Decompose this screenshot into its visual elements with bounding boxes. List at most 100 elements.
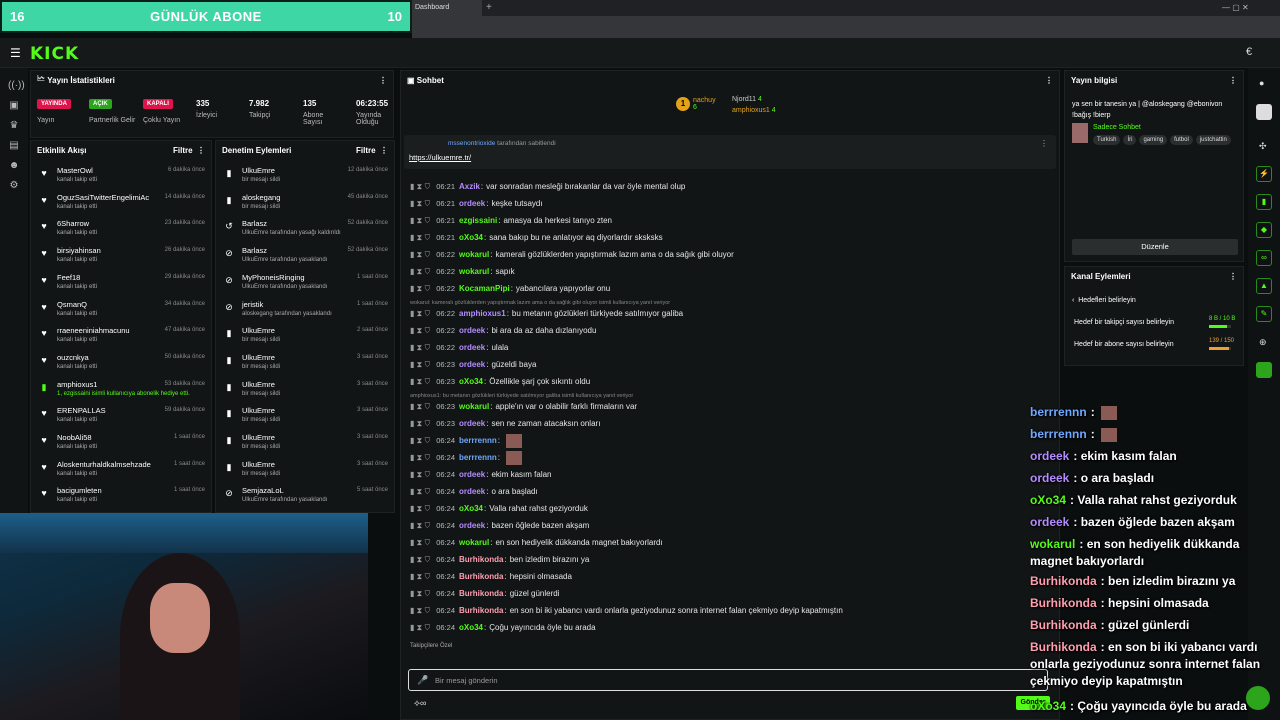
chat-message[interactable]: ▮ ⧗ ⛉ 06:24 oXo34: Çoğu yayıncıda öyle bu a… <box>410 619 596 636</box>
chat-message[interactable]: ▮ ⧗ ⛉ 06:21 oXo34: sana bakıp bu ne anlatıy… <box>410 229 663 246</box>
menu-icon[interactable]: ☰ <box>10 46 21 60</box>
message-username[interactable]: ordeek <box>459 419 485 428</box>
wrench-icon[interactable]: ✎ <box>1256 306 1272 322</box>
chat-message[interactable]: ▮ ⧗ ⛉ 06:24 ordeek: ekim kasım falan <box>410 466 552 483</box>
activity-item[interactable]: ♥ OguzSasiTwitterEngelimiAc kanalı takip e… <box>31 190 213 216</box>
stream-tag[interactable]: Turkish <box>1093 135 1121 145</box>
mic-icon[interactable]: 🎤 <box>417 675 428 686</box>
moderation-item[interactable]: ▮ UlkuEmre bir mesajı sildi 12 dakika önce <box>216 163 396 189</box>
chat-message[interactable]: ▮ ⧗ ⛉ 06:23 wokarul: apple'ın var o olabili… <box>410 398 637 415</box>
broadcast-icon[interactable]: ((·)) <box>8 80 25 92</box>
message-username[interactable]: oXo34 <box>459 504 483 513</box>
emoji-icon[interactable]: ⟡∞ <box>414 698 426 709</box>
more-icon[interactable]: ⋮ <box>1229 76 1237 85</box>
edit-icon[interactable] <box>1256 104 1272 120</box>
delete-msg-icon[interactable]: ▮ ⧗ ⛉ <box>410 199 430 209</box>
goal-subs-label[interactable]: Hedef bir abone sayısı belirleyin <box>1074 341 1174 348</box>
chat-message[interactable]: ▮ ⧗ ⛉ 06:24 Burhikonda: en son bi iki yaban… <box>410 602 843 619</box>
activity-item[interactable]: ♥ MasterOwl kanalı takip etti 6 dakika önce <box>31 163 213 189</box>
message-username[interactable]: Burhikonda <box>459 589 503 598</box>
moderation-item[interactable]: ▮ aloskegang bir mesajı sildi 45 dakika önc… <box>216 190 396 216</box>
message-username[interactable]: ordeek <box>459 521 485 530</box>
moderation-item[interactable]: ▮ UlkuEmre bir mesajı sildi 3 saat önce <box>216 457 396 483</box>
browser-tab[interactable]: Dashboard <box>412 0 482 16</box>
more-icon[interactable]: ⋮ <box>379 76 387 85</box>
bolt-icon[interactable]: ⚡ <box>1256 166 1272 182</box>
delete-msg-icon[interactable]: ▮ ⧗ ⛉ <box>410 470 430 480</box>
url-bar[interactable] <box>412 16 1280 38</box>
chat-message[interactable]: ▮ ⧗ ⛉ 06:24 ordeek: bazen öğlede bazen akşa… <box>410 517 589 534</box>
delete-msg-icon[interactable]: ▮ ⧗ ⛉ <box>410 309 430 319</box>
kick-logo[interactable]: KICK <box>30 44 79 64</box>
activity-item[interactable]: ♥ rraeneeniniahmacunu kanalı takip etti 47 … <box>31 323 213 349</box>
dashboard-icon[interactable]: ▣ <box>8 100 20 112</box>
chat-message[interactable]: ▮ ⧗ ⛉ 06:23 oXo34: Özellikle şarj çok sıkın… <box>410 373 590 390</box>
message-username[interactable]: wokarul <box>459 402 489 411</box>
message-username[interactable]: ezgissaini <box>459 216 497 225</box>
chat-message[interactable]: ▮ ⧗ ⛉ 06:24 ordeek: o ara başladı <box>410 483 538 500</box>
message-username[interactable]: amphioxus1 <box>459 309 506 318</box>
message-username[interactable]: wokarul <box>459 267 489 276</box>
chat-message[interactable]: ▮ ⧗ ⛉ 06:24 Burhikonda: hepsini olmasada <box>410 568 572 585</box>
chat-message[interactable]: ▮ ⧗ ⛉ 06:24 berrrennn: <box>410 432 523 449</box>
shield-icon[interactable]: ▲ <box>1256 278 1272 294</box>
message-username[interactable]: wokarul <box>459 250 489 259</box>
message-username[interactable]: KocamanPipi <box>459 284 510 293</box>
chat-bubble-icon[interactable]: ◆ <box>1256 222 1272 238</box>
delete-msg-icon[interactable]: ▮ ⧗ ⛉ <box>410 267 430 277</box>
moderation-item[interactable]: ▮ UlkuEmre bir mesajı sildi 3 saat önce <box>216 377 396 403</box>
category-name[interactable]: Sadece Sohbet <box>1093 124 1141 131</box>
stream-tag[interactable]: İri <box>1123 135 1137 145</box>
delete-msg-icon[interactable]: ▮ ⧗ ⛉ <box>410 623 430 633</box>
activity-filter[interactable]: Filtre <box>173 146 193 155</box>
delete-msg-icon[interactable]: ▮ ⧗ ⛉ <box>410 326 430 336</box>
delete-msg-icon[interactable]: ▮ ⧗ ⛉ <box>410 555 430 565</box>
chat-message[interactable]: ▮ ⧗ ⛉ 06:24 wokarul: en son hediyelik dükka… <box>410 534 663 551</box>
stream-tag[interactable]: gaming <box>1139 135 1168 145</box>
message-username[interactable]: Burhikonda <box>459 606 503 615</box>
moderation-item[interactable]: ⊘ jeristik aloskegang tarafından yasakland… <box>216 297 396 323</box>
chat-input[interactable]: 🎤 Bir mesaj gönderin <box>408 669 1048 691</box>
message-username[interactable]: ordeek <box>459 343 485 352</box>
activity-item[interactable]: ♥ bacigumleten kanalı takip etti 1 saat önc… <box>31 483 213 509</box>
delete-msg-icon[interactable]: ▮ ⧗ ⛉ <box>410 216 430 226</box>
message-username[interactable]: Burhikonda <box>459 572 503 581</box>
moderation-item[interactable]: ▮ UlkuEmre bir mesajı sildi 3 saat önce <box>216 403 396 429</box>
delete-msg-icon[interactable]: ▮ ⧗ ⛉ <box>410 504 430 514</box>
delete-msg-icon[interactable]: ▮ ⧗ ⛉ <box>410 250 430 260</box>
activity-item[interactable]: ♥ Feef18 kanalı takip etti 29 dakika önce <box>31 270 213 296</box>
trash-icon[interactable]: ▮ <box>1256 194 1272 210</box>
stream-tag[interactable]: justchattin <box>1195 135 1231 145</box>
message-username[interactable]: ordeek <box>459 470 485 479</box>
activity-item[interactable]: ♥ birsiyahinsan kanalı takip etti 26 dakika… <box>31 243 213 269</box>
chat-message[interactable]: ▮ ⧗ ⛉ 06:24 berrrennn: <box>410 449 523 466</box>
pin-icon[interactable]: ⋮ <box>1040 139 1048 148</box>
chat-message[interactable]: ▮ ⧗ ⛉ 06:22 ordeek: bi ara da az daha dızla… <box>410 322 596 339</box>
activity-item[interactable]: ▮ amphioxus1 1, ezgissaini isimli kullanıc… <box>31 377 213 403</box>
share-icon[interactable]: ⊕ <box>1259 337 1267 348</box>
activity-item[interactable]: ♥ ERENPALLAS kanalı takip etti 59 dakika ön… <box>31 403 213 429</box>
delete-msg-icon[interactable]: ▮ ⧗ ⛉ <box>410 538 430 548</box>
chat-message[interactable]: ▮ ⧗ ⛉ 06:23 ordeek: güzeldi baya <box>410 356 536 373</box>
delete-msg-icon[interactable]: ▮ ⧗ ⛉ <box>410 233 430 243</box>
chat-message[interactable]: ▮ ⧗ ⛉ 06:21 ezgissaini: amasya da herkesi t… <box>410 212 612 229</box>
chat-message[interactable]: ▮ ⧗ ⛉ 06:21 ordeek: keşke tutsaydı <box>410 195 543 212</box>
chat-message[interactable]: ▮ ⧗ ⛉ 06:23 ordeek: sen ne zaman atacaksın … <box>410 415 600 432</box>
moderation-item[interactable]: ↺ Barlasz UlkuEmre tarafından yasağı kaldı… <box>216 216 396 242</box>
link-icon[interactable]: ∞ <box>1256 250 1272 266</box>
moderation-item[interactable]: ▮ UlkuEmre bir mesajı sildi 3 saat önce <box>216 430 396 456</box>
delete-msg-icon[interactable]: ▮ ⧗ ⛉ <box>410 606 430 616</box>
activity-item[interactable]: ♥ 6Sharrow kanalı takip etti 23 dakika önce <box>31 216 213 242</box>
message-username[interactable]: Burhikonda <box>459 555 503 564</box>
users-icon[interactable]: ☻ <box>8 160 20 172</box>
info-icon[interactable]: ● <box>1259 78 1264 88</box>
delete-msg-icon[interactable]: ▮ ⧗ ⛉ <box>410 343 430 353</box>
edit-button[interactable]: Düzenle <box>1072 239 1238 255</box>
moderation-item[interactable]: ▮ UlkuEmre bir mesajı sildi 2 saat önce <box>216 323 396 349</box>
chat-message[interactable]: ▮ ⧗ ⛉ 06:24 oXo34: Valla rahat rahst geziyo… <box>410 500 588 517</box>
more-icon[interactable]: ⋮ <box>1045 76 1053 85</box>
delete-msg-icon[interactable]: ▮ ⧗ ⛉ <box>410 589 430 599</box>
trophy-icon[interactable]: ♛ <box>8 120 20 132</box>
message-username[interactable]: wokarul <box>459 538 489 547</box>
message-username[interactable]: berrrennn <box>459 436 497 445</box>
